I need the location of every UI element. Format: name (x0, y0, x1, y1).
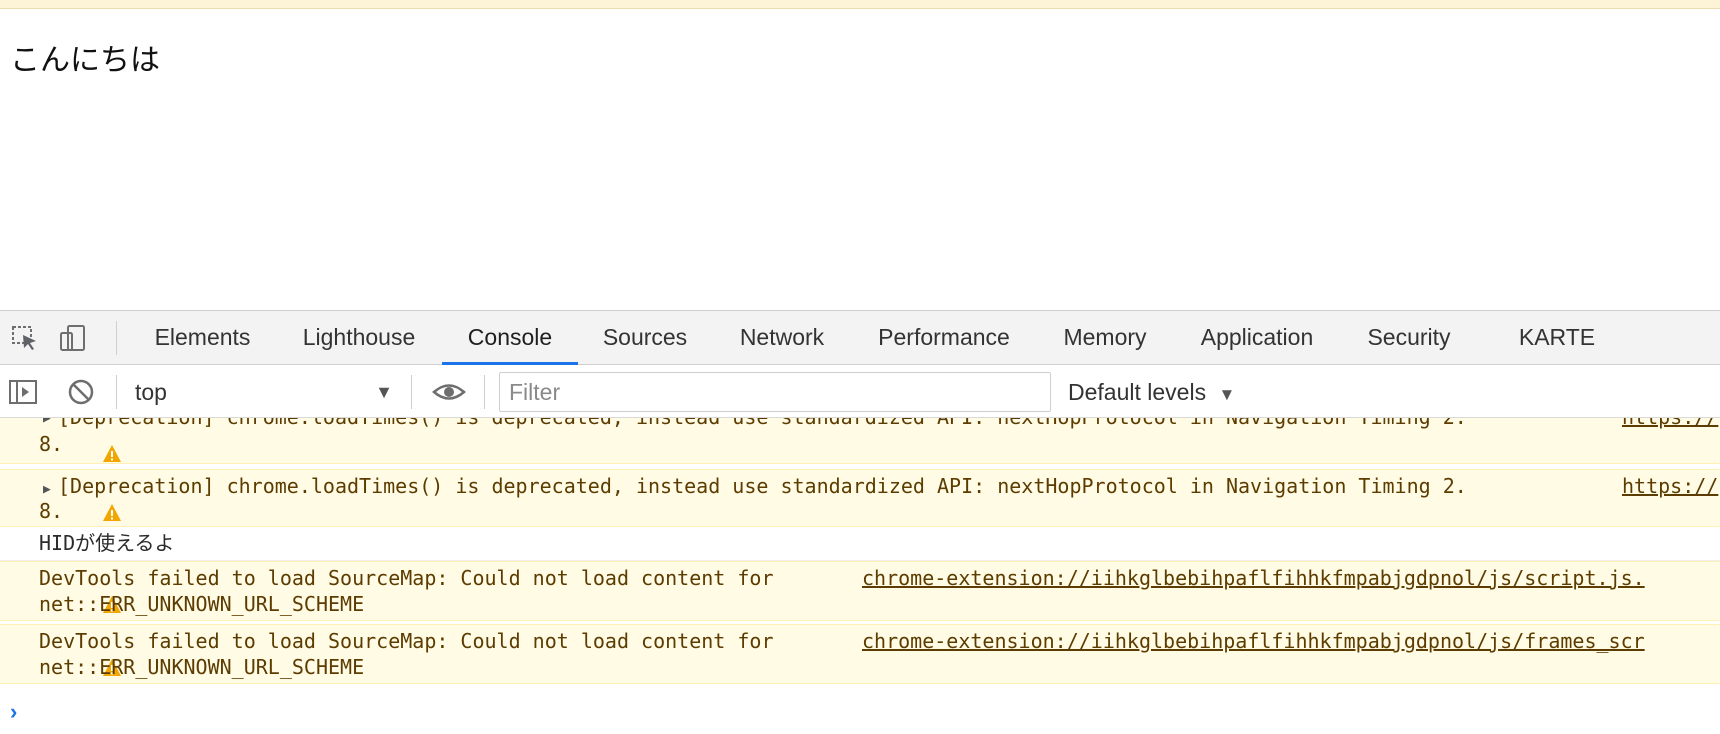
message-link[interactable]: https:// (1622, 418, 1718, 430)
tab-lighthouse[interactable]: Lighthouse (298, 311, 420, 364)
message-link[interactable]: chrome-extension://iihkglbebihpaflfihhkf… (862, 566, 1645, 591)
message-text-continued: 8. (39, 499, 64, 523)
message-link[interactable]: chrome-extension://iihkglbebihpaflfihhkf… (862, 629, 1645, 654)
clear-console-icon[interactable] (66, 377, 96, 407)
console-prompt-icon[interactable]: › (10, 699, 17, 725)
message-text: DevTools failed to load SourceMap: Could… (39, 629, 774, 653)
inspect-element-icon[interactable] (10, 323, 40, 353)
tab-console[interactable]: Console (442, 311, 578, 365)
tab-network[interactable]: Network (736, 311, 828, 364)
page-viewport: こんにちは (0, 9, 1720, 310)
warning-icon (6, 633, 122, 676)
log-levels-dropdown[interactable]: Default levels ▼ (1068, 375, 1235, 409)
expand-triangle-icon[interactable]: ▶ (43, 418, 51, 431)
dropdown-arrow-icon: ▼ (1218, 385, 1236, 404)
message-text-continued: net::ERR_UNKNOWN_URL_SCHEME (39, 655, 365, 679)
tab-sources[interactable]: Sources (600, 311, 690, 364)
tab-separator (116, 321, 117, 355)
message-text: HIDが使えるよ (39, 531, 175, 555)
console-warning-message: ▶ [Deprecation] chrome.loadTimes() is de… (0, 469, 1720, 527)
console-warning-message: DevTools failed to load SourceMap: Could… (0, 624, 1720, 684)
browser-top-strip (0, 0, 1720, 9)
console-messages: ▶ [Deprecation] chrome.loadTimes() is de… (0, 418, 1720, 734)
sidebar-toggle-icon[interactable] (8, 377, 38, 407)
console-warning-message: ▶ [Deprecation] chrome.loadTimes() is de… (0, 418, 1720, 464)
warning-icon (6, 419, 122, 462)
log-levels-label: Default levels (1068, 379, 1207, 405)
live-expression-icon[interactable] (432, 377, 466, 407)
device-toolbar-icon[interactable] (58, 323, 88, 353)
message-text: [Deprecation] chrome.loadTimes() is depr… (58, 474, 1467, 498)
message-text: [Deprecation] chrome.loadTimes() is depr… (58, 418, 1467, 430)
devtools-tab-bar: Elements Lighthouse Console Sources Netw… (0, 311, 1720, 365)
console-filter-input[interactable] (499, 372, 1051, 412)
warning-icon (6, 478, 122, 521)
warning-icon (6, 570, 122, 613)
console-log-message: HIDが使えるよ (0, 527, 1720, 561)
message-text-continued: 8. (39, 432, 64, 456)
tab-security[interactable]: Security (1364, 311, 1454, 364)
toolbar-separator (411, 375, 412, 409)
context-selector[interactable]: top ▼ (135, 375, 397, 409)
console-warning-message: DevTools failed to load SourceMap: Could… (0, 561, 1720, 621)
toolbar-separator (116, 375, 117, 409)
page-greeting-text: こんにちは (10, 43, 160, 78)
tab-memory[interactable]: Memory (1060, 311, 1150, 364)
console-toolbar: top ▼ Default levels ▼ (0, 365, 1720, 418)
message-text-continued: net::ERR_UNKNOWN_URL_SCHEME (39, 592, 365, 616)
dropdown-arrow-icon: ▼ (375, 382, 393, 402)
tab-karte[interactable]: KARTE (1517, 311, 1597, 364)
tab-elements[interactable]: Elements (152, 311, 253, 364)
toolbar-separator (484, 375, 485, 409)
tab-application[interactable]: Application (1196, 311, 1318, 364)
devtools-panel: Elements Lighthouse Console Sources Netw… (0, 310, 1720, 734)
message-link[interactable]: https:// (1622, 474, 1718, 499)
message-text: DevTools failed to load SourceMap: Could… (39, 566, 774, 590)
tab-performance[interactable]: Performance (874, 311, 1014, 364)
context-selector-value: top (135, 379, 167, 405)
